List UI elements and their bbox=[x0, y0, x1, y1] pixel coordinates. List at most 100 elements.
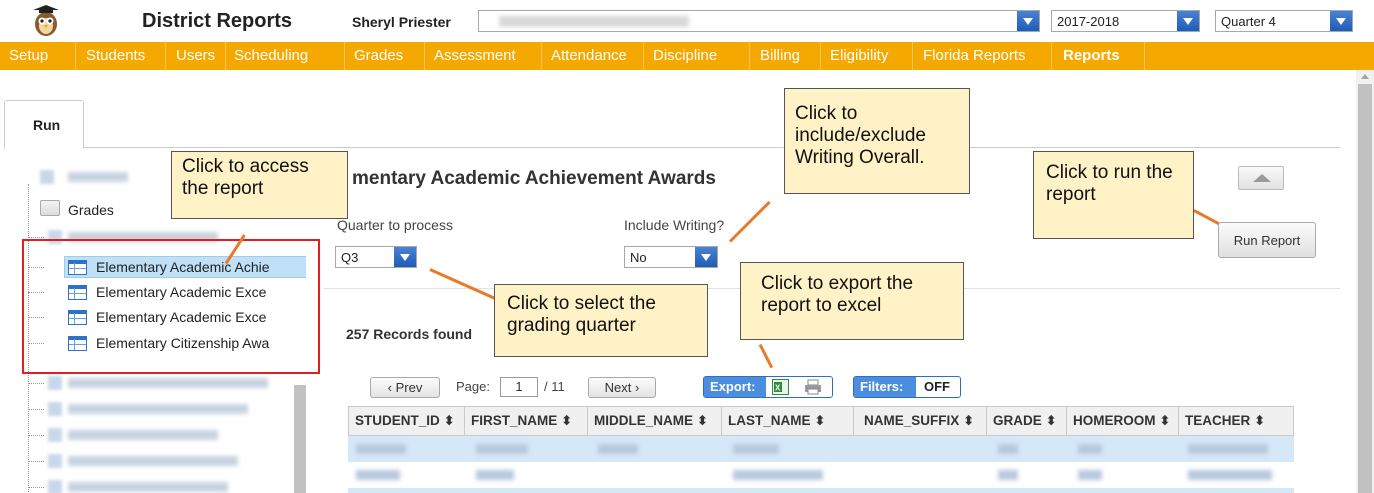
tree-item[interactable] bbox=[6, 398, 306, 420]
tree-item-label bbox=[68, 430, 218, 440]
nav-divider bbox=[165, 42, 166, 70]
nav-divider bbox=[75, 42, 76, 70]
nav-item-grades[interactable]: Grades bbox=[354, 42, 403, 70]
nav-item-attendance[interactable]: Attendance bbox=[551, 42, 627, 70]
chevron-down-icon[interactable] bbox=[1177, 11, 1199, 31]
quarter-to-process-select[interactable]: Q3 bbox=[335, 246, 417, 268]
table-row[interactable] bbox=[348, 488, 1294, 493]
nav-item-eligibility[interactable]: Eligibility bbox=[830, 42, 888, 70]
table-cell bbox=[476, 470, 514, 480]
print-icon[interactable] bbox=[804, 379, 822, 395]
page-number-input[interactable]: 1 bbox=[500, 377, 538, 397]
highlight-box bbox=[22, 239, 320, 374]
callout-export-excel: Click to export the report to excel bbox=[740, 262, 964, 340]
folder-icon[interactable] bbox=[40, 200, 60, 216]
nav-divider bbox=[344, 42, 345, 70]
nav-item-florida-reports[interactable]: Florida Reports bbox=[923, 42, 1026, 70]
quarter-label: Quarter to process bbox=[337, 217, 453, 233]
records-count: 257 Records found bbox=[346, 326, 473, 342]
tree-item-label bbox=[68, 172, 128, 182]
quarter-to-process-value: Q3 bbox=[341, 250, 359, 265]
callout-include-writing: Click to include/exclude Writing Overall… bbox=[784, 88, 970, 194]
tree-connector bbox=[28, 487, 44, 488]
run-report-button[interactable]: Run Report bbox=[1218, 222, 1316, 258]
column-header-grade[interactable]: GRADE ⬍ bbox=[987, 407, 1067, 435]
column-header-first-name[interactable]: FIRST_NAME ⬍ bbox=[465, 407, 588, 435]
column-header-middle-name[interactable]: MIDDLE_NAME ⬍ bbox=[588, 407, 722, 435]
year-select-value: 2017-2018 bbox=[1057, 14, 1120, 29]
tree-connector bbox=[28, 383, 44, 384]
scroll-up-icon[interactable] bbox=[1361, 74, 1369, 79]
chevron-down-icon[interactable] bbox=[1017, 11, 1039, 31]
chevron-down-icon[interactable] bbox=[695, 247, 717, 267]
nav-divider bbox=[1051, 42, 1052, 70]
nav-item-users[interactable]: Users bbox=[176, 42, 215, 70]
nav-item-students[interactable]: Students bbox=[86, 42, 145, 70]
table-cell bbox=[1078, 444, 1102, 454]
quarter-select[interactable]: Quarter 4 bbox=[1215, 10, 1353, 32]
nav-divider bbox=[643, 42, 644, 70]
nav-divider bbox=[541, 42, 542, 70]
header-bar: District Reports Sheryl Priester 2017-20… bbox=[0, 0, 1374, 42]
page-scrollbar[interactable] bbox=[1356, 70, 1374, 493]
folder-icon bbox=[40, 170, 54, 184]
school-select[interactable] bbox=[478, 10, 1040, 32]
tree-folder-grades[interactable]: Grades bbox=[68, 202, 114, 218]
tree-item[interactable] bbox=[6, 372, 306, 394]
table-row[interactable] bbox=[348, 462, 1294, 488]
tree-connector bbox=[28, 435, 44, 436]
app-logo[interactable] bbox=[28, 4, 64, 38]
tree-scrollbar[interactable] bbox=[294, 385, 306, 493]
table-cell bbox=[1188, 444, 1268, 454]
nav-divider bbox=[749, 42, 750, 70]
table-row[interactable] bbox=[348, 436, 1294, 462]
column-header-name-suffix[interactable]: NAME_SUFFIX ⬍ bbox=[854, 407, 987, 435]
collapse-button[interactable] bbox=[1238, 166, 1284, 190]
nav-item-assessment[interactable]: Assessment bbox=[434, 42, 516, 70]
tree-connector bbox=[28, 461, 44, 462]
table-cell bbox=[1188, 470, 1272, 480]
nav-item-reports[interactable]: Reports bbox=[1063, 42, 1120, 70]
page-label: Page: bbox=[456, 379, 490, 394]
column-header-teacher[interactable]: TEACHER ⬍ bbox=[1179, 407, 1295, 435]
table-cell bbox=[598, 444, 638, 454]
include-writing-select[interactable]: No bbox=[624, 246, 718, 268]
chevron-down-icon[interactable] bbox=[394, 247, 416, 267]
year-select[interactable]: 2017-2018 bbox=[1051, 10, 1200, 32]
quarter-select-value: Quarter 4 bbox=[1221, 14, 1276, 29]
nav-item-scheduling[interactable]: Scheduling bbox=[234, 42, 308, 70]
page-title: District Reports bbox=[142, 10, 293, 32]
report-icon bbox=[48, 454, 62, 468]
excel-icon[interactable]: X bbox=[772, 379, 789, 395]
export-label: Export: bbox=[704, 377, 766, 397]
user-name: Sheryl Priester bbox=[352, 14, 451, 30]
prev-page-button[interactable]: ‹ Prev bbox=[370, 377, 440, 398]
table-cell bbox=[733, 444, 779, 454]
column-header-homeroom[interactable]: HOMEROOM ⬍ bbox=[1067, 407, 1179, 435]
nav-item-discipline[interactable]: Discipline bbox=[653, 42, 717, 70]
next-page-button[interactable]: Next › bbox=[588, 377, 656, 398]
callout-grading-quarter: Click to select the grading quarter bbox=[494, 284, 708, 357]
tree-item-label bbox=[68, 404, 248, 414]
nav-item-billing[interactable]: Billing bbox=[760, 42, 800, 70]
tab-run-label: Run bbox=[33, 117, 61, 133]
tree-item-label bbox=[68, 482, 228, 492]
report-icon bbox=[48, 480, 62, 493]
scrollbar-thumb[interactable] bbox=[1358, 84, 1372, 493]
export-group: Export: X bbox=[703, 376, 833, 398]
school-select-value bbox=[499, 16, 689, 27]
tree-item[interactable] bbox=[6, 476, 306, 493]
include-writing-label: Include Writing? bbox=[624, 217, 725, 233]
tab-run[interactable]: Run bbox=[4, 100, 84, 149]
tree-item[interactable] bbox=[6, 450, 306, 472]
tree-item[interactable] bbox=[6, 424, 306, 446]
nav-divider bbox=[1144, 42, 1145, 70]
nav-item-setup[interactable]: Setup bbox=[9, 42, 48, 70]
column-header-last-name[interactable]: LAST_NAME ⬍ bbox=[722, 407, 854, 435]
table-cell bbox=[1078, 470, 1102, 480]
table-cell bbox=[998, 470, 1018, 480]
filters-toggle[interactable]: Filters: OFF bbox=[853, 376, 961, 398]
chevron-down-icon[interactable] bbox=[1330, 11, 1352, 31]
callout-leader bbox=[728, 200, 771, 243]
column-header-student-id[interactable]: STUDENT_ID ⬍ bbox=[349, 407, 465, 435]
